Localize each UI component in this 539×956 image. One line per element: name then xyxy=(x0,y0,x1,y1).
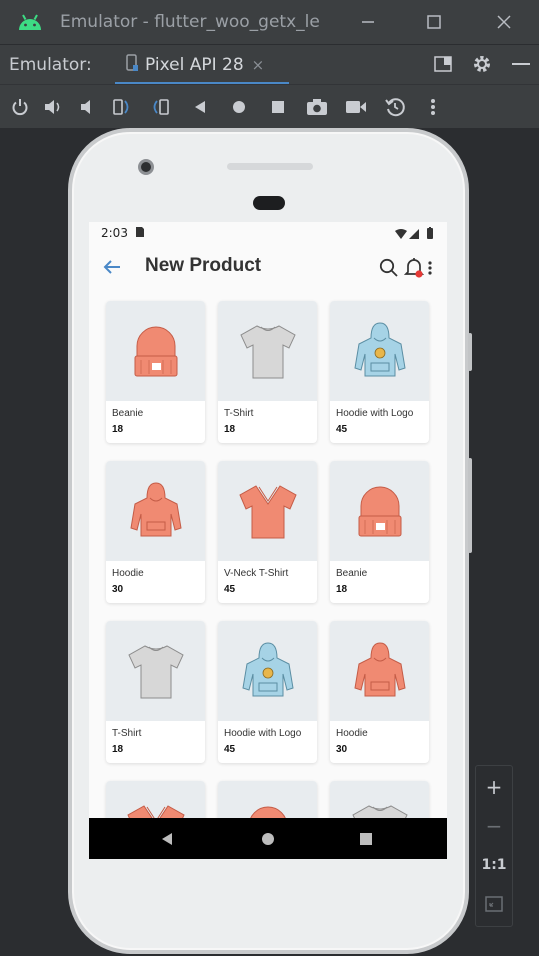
product-image xyxy=(218,621,317,721)
volume-up-icon[interactable] xyxy=(38,85,68,129)
window-titlebar: Emulator - flutter_woo_getx_le xyxy=(0,0,539,44)
rotate-left-icon[interactable] xyxy=(107,85,137,129)
window-title: Emulator - flutter_woo_getx_le xyxy=(60,12,320,32)
product-image xyxy=(218,461,317,561)
sim-icon xyxy=(135,226,144,240)
product-price: 30 xyxy=(336,744,348,755)
maximize-icon[interactable] xyxy=(414,0,454,44)
product-card[interactable]: Hoodie 30 xyxy=(330,621,429,763)
android-icon xyxy=(0,0,60,44)
signal-icon xyxy=(409,228,419,242)
screenshot-icon[interactable] xyxy=(302,85,332,129)
minimize-panel-icon[interactable] xyxy=(503,44,539,84)
status-time: 2:03 xyxy=(101,226,128,240)
minimize-icon[interactable] xyxy=(348,0,388,44)
nav-overview-icon[interactable] xyxy=(346,818,386,859)
tab-label: Pixel API 28 xyxy=(145,54,244,75)
phone-frame: 2:03 New Product Beanie 18 T-Shirt 18 Ho… xyxy=(68,128,472,956)
product-card[interactable]: Hoodie with Logo 45 xyxy=(218,621,317,763)
earpiece xyxy=(253,196,285,210)
gear-icon[interactable] xyxy=(464,44,500,84)
product-name: Hoodie with Logo xyxy=(224,728,302,739)
home-icon[interactable] xyxy=(224,85,254,129)
app-bar: New Product xyxy=(89,244,447,291)
side-button xyxy=(468,458,472,553)
product-card[interactable]: Hoodie 30 xyxy=(106,461,205,603)
product-image xyxy=(330,461,429,561)
speaker-grille xyxy=(227,163,313,170)
product-image xyxy=(330,621,429,721)
notification-bell-icon[interactable] xyxy=(403,257,425,283)
product-image xyxy=(106,301,205,401)
more-icon[interactable] xyxy=(418,85,448,129)
tab-pixel-api-28[interactable]: Pixel API 28 × xyxy=(113,45,289,85)
wifi-icon xyxy=(395,228,407,242)
front-camera xyxy=(138,159,154,175)
product-card[interactable]: Hoodie with Logo 45 xyxy=(330,301,429,443)
back-arrow-icon[interactable] xyxy=(103,254,123,280)
device-icon xyxy=(125,53,139,76)
emulator-label: Emulator: xyxy=(9,54,92,75)
search-icon[interactable] xyxy=(379,258,399,282)
zoom-in-button[interactable]: + xyxy=(476,768,512,806)
overflow-menu-icon[interactable] xyxy=(428,260,432,279)
overview-icon[interactable] xyxy=(263,85,293,129)
product-name: Hoodie with Logo xyxy=(336,408,414,419)
product-name: V-Neck T-Shirt xyxy=(224,568,289,579)
zoom-out-button[interactable]: − xyxy=(476,807,512,845)
emulator-toolbar xyxy=(0,84,539,128)
status-bar: 2:03 xyxy=(89,222,447,244)
product-card[interactable]: Beanie 18 xyxy=(106,301,205,443)
back-icon[interactable] xyxy=(185,85,215,129)
product-image xyxy=(106,621,205,721)
product-image xyxy=(106,461,205,561)
nav-home-icon[interactable] xyxy=(248,818,288,859)
product-card[interactable]: T-Shirt 18 xyxy=(218,301,317,443)
product-card[interactable]: V-Neck T-Shirt 45 xyxy=(218,461,317,603)
product-price: 30 xyxy=(112,584,124,595)
snapshot-icon[interactable] xyxy=(380,85,410,129)
screen-record-icon[interactable] xyxy=(341,85,371,129)
product-name: Hoodie xyxy=(336,728,368,739)
volume-down-icon[interactable] xyxy=(72,85,102,129)
nav-back-icon[interactable] xyxy=(147,818,187,859)
product-price: 45 xyxy=(336,424,348,435)
product-price: 18 xyxy=(224,424,236,435)
product-image xyxy=(330,301,429,401)
layout-icon[interactable] xyxy=(425,44,461,84)
battery-icon xyxy=(427,227,433,242)
device-screen[interactable]: 2:03 New Product Beanie 18 T-Shirt 18 Ho… xyxy=(89,222,447,859)
product-price: 18 xyxy=(112,424,124,435)
android-nav-bar xyxy=(89,818,447,859)
product-price: 18 xyxy=(112,744,124,755)
fit-screen-icon[interactable] xyxy=(476,885,512,923)
product-price: 18 xyxy=(336,584,348,595)
zoom-panel: + − 1:1 xyxy=(475,765,513,927)
product-price: 45 xyxy=(224,744,236,755)
product-card[interactable]: T-Shirt 18 xyxy=(106,621,205,763)
side-button xyxy=(468,333,472,371)
close-icon[interactable] xyxy=(484,0,524,44)
product-name: Beanie xyxy=(112,408,144,419)
product-name: T-Shirt xyxy=(112,728,142,739)
zoom-one-to-one-button[interactable]: 1:1 xyxy=(476,846,512,884)
product-name: T-Shirt xyxy=(224,408,254,419)
product-image xyxy=(218,301,317,401)
product-name: Beanie xyxy=(336,568,368,579)
product-price: 45 xyxy=(224,584,236,595)
power-icon[interactable] xyxy=(5,85,35,129)
product-name: Hoodie xyxy=(112,568,144,579)
tab-close-icon[interactable]: × xyxy=(252,56,265,74)
rotate-right-icon[interactable] xyxy=(145,85,175,129)
product-card[interactable]: Beanie 18 xyxy=(330,461,429,603)
page-title: New Product xyxy=(145,255,262,276)
